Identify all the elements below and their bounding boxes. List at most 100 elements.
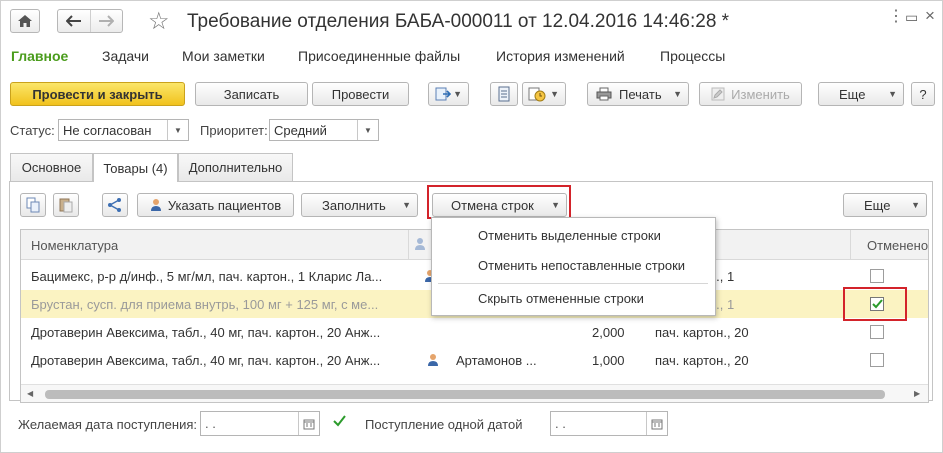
report-button[interactable] (490, 82, 518, 106)
status-label: Статус: (10, 123, 55, 138)
window-menu-icon[interactable]: ⋮ (888, 6, 905, 26)
single-date-input[interactable]: . . (550, 411, 668, 436)
close-icon[interactable]: × (925, 6, 935, 26)
post-and-close-button[interactable]: Провести и закрыть (10, 82, 185, 106)
desired-date-value: . . (205, 416, 216, 431)
scroll-right-icon[interactable]: ▶ (914, 389, 920, 398)
row-unit: пач. картон., 20 (655, 325, 749, 340)
tab-join (94, 180, 177, 182)
chevron-down-icon: ▼ (550, 89, 559, 99)
chevron-down-icon[interactable]: ▼ (167, 120, 188, 140)
tab-goods[interactable]: Товары (4) (93, 153, 178, 182)
row-cancelled-checkbox[interactable] (870, 325, 884, 339)
menu-change-history[interactable]: История изменений (496, 48, 625, 64)
cancel-rows-menu: Отменить выделенные строки Отменить непо… (431, 217, 716, 316)
create-based-icon (435, 87, 451, 101)
column-divider (408, 230, 409, 259)
table-row[interactable]: Дротаверин Авексима, табл., 40 мг, пач. … (21, 318, 928, 346)
row-cancelled-checkbox[interactable] (870, 269, 884, 283)
status-select[interactable]: Не согласован ▼ (58, 119, 189, 141)
cancel-rows-label: Отмена строк (451, 197, 534, 213)
more-actions-button[interactable]: Еще ▼ (818, 82, 904, 106)
pencil-icon (711, 87, 725, 101)
menu-notes[interactable]: Мои заметки (182, 48, 265, 64)
arrow-right-icon (99, 15, 115, 27)
desired-date-input[interactable]: . . (200, 411, 320, 436)
more-label: Еще (839, 86, 866, 102)
share-icon (108, 198, 121, 212)
table-more-label: Еще (864, 197, 891, 213)
forward-button[interactable] (89, 10, 123, 32)
menu-item-cancel-selected[interactable]: Отменить выделенные строки (478, 228, 661, 243)
post-button[interactable]: Провести (312, 82, 409, 106)
edit-label: Изменить (731, 86, 790, 102)
menu-main[interactable]: Главное (11, 48, 68, 64)
chevron-down-icon: ▼ (551, 200, 560, 210)
printer-icon (596, 87, 612, 101)
priority-label: Приоритет: (200, 123, 268, 138)
page-title: Требование отделения БАБА-000011 от 12.0… (187, 11, 730, 32)
write-button[interactable]: Записать (195, 82, 308, 106)
print-label: Печать (619, 86, 662, 102)
table-more-button[interactable]: Еще ▼ (843, 193, 927, 217)
chevron-down-icon[interactable]: ▼ (357, 120, 378, 140)
maximize-icon[interactable]: ▭ (905, 9, 918, 26)
single-date-checkbox[interactable] (332, 414, 346, 428)
menu-tasks[interactable]: Задачи (102, 48, 149, 64)
chevron-down-icon: ▼ (673, 89, 682, 99)
back-button[interactable] (58, 10, 90, 32)
menu-processes[interactable]: Процессы (660, 48, 725, 64)
column-header-nomenclature[interactable]: Номенклатура (31, 238, 118, 253)
fill-button[interactable]: Заполнить ▼ (301, 193, 418, 217)
desired-date-label: Желаемая дата поступления: (18, 417, 198, 432)
row-quantity: 1,000 (592, 353, 625, 368)
calendar-icon[interactable] (298, 412, 319, 435)
menu-attached-files[interactable]: Присоединенные файлы (298, 48, 460, 64)
row-patient: Артамонов ... (456, 353, 537, 368)
edit-button[interactable]: Изменить (699, 82, 802, 106)
home-icon (18, 15, 32, 27)
priority-select[interactable]: Средний ▼ (269, 119, 379, 141)
row-cancelled-checkbox[interactable] (870, 353, 884, 367)
home-button[interactable] (10, 9, 40, 33)
user-icon (428, 354, 438, 366)
status-value: Не согласован (63, 122, 152, 138)
menu-item-cancel-undelivered[interactable]: Отменить непоставленные строки (478, 258, 685, 273)
tab-additional[interactable]: Дополнительно (178, 153, 293, 181)
scrollbar-thumb[interactable] (45, 390, 885, 399)
user-icon (415, 238, 425, 250)
menu-separator (438, 283, 708, 284)
history-navigation (57, 9, 123, 33)
calendar-icon[interactable] (646, 412, 667, 435)
row-nomenclature: Дротаверин Авексима, табл., 40 мг, пач. … (31, 353, 381, 368)
column-divider (850, 230, 851, 259)
paste-icon (59, 198, 73, 213)
table-row[interactable]: Дротаверин Авексима, табл., 40 мг, пач. … (21, 346, 928, 374)
paste-row-button[interactable] (53, 193, 79, 217)
menu-item-hide-cancelled[interactable]: Скрыть отмененные строки (478, 291, 644, 306)
create-based-on-button[interactable]: ▼ (428, 82, 469, 106)
row-quantity: 2,000 (592, 325, 625, 340)
row-nomenclature: Бацимекс, р-р д/инф., 5 мг/мл, пач. карт… (31, 269, 383, 284)
chevron-down-icon: ▼ (888, 89, 897, 99)
priority-value: Средний (274, 122, 327, 138)
star-icon[interactable]: ☆ (148, 7, 170, 36)
print-button[interactable]: Печать ▼ (587, 82, 689, 106)
chevron-down-icon: ▼ (453, 89, 462, 99)
column-header-cancelled[interactable]: Отменено (867, 238, 928, 253)
related-documents-button[interactable]: ▼ (522, 82, 566, 106)
help-button[interactable]: ? (911, 82, 935, 106)
horizontal-scrollbar[interactable]: ◀ ▶ (21, 384, 928, 402)
row-nomenclature: Дротаверин Авексима, табл., 40 мг, пач. … (31, 325, 381, 340)
tab-main[interactable]: Основное (10, 153, 93, 181)
share-button[interactable] (102, 193, 128, 217)
user-icon (150, 199, 161, 211)
row-unit: пач. картон., 20 (655, 353, 749, 368)
specify-patients-button[interactable]: Указать пациентов (137, 193, 294, 217)
checkmark-icon (333, 415, 346, 427)
scroll-left-icon[interactable]: ◀ (27, 389, 33, 398)
copy-icon (26, 197, 40, 213)
copy-row-button[interactable] (20, 193, 46, 217)
row-nomenclature: Брустан, сусп. для приема внутрь, 100 мг… (31, 297, 379, 312)
cancel-rows-button[interactable]: Отмена строк ▼ (432, 193, 567, 217)
